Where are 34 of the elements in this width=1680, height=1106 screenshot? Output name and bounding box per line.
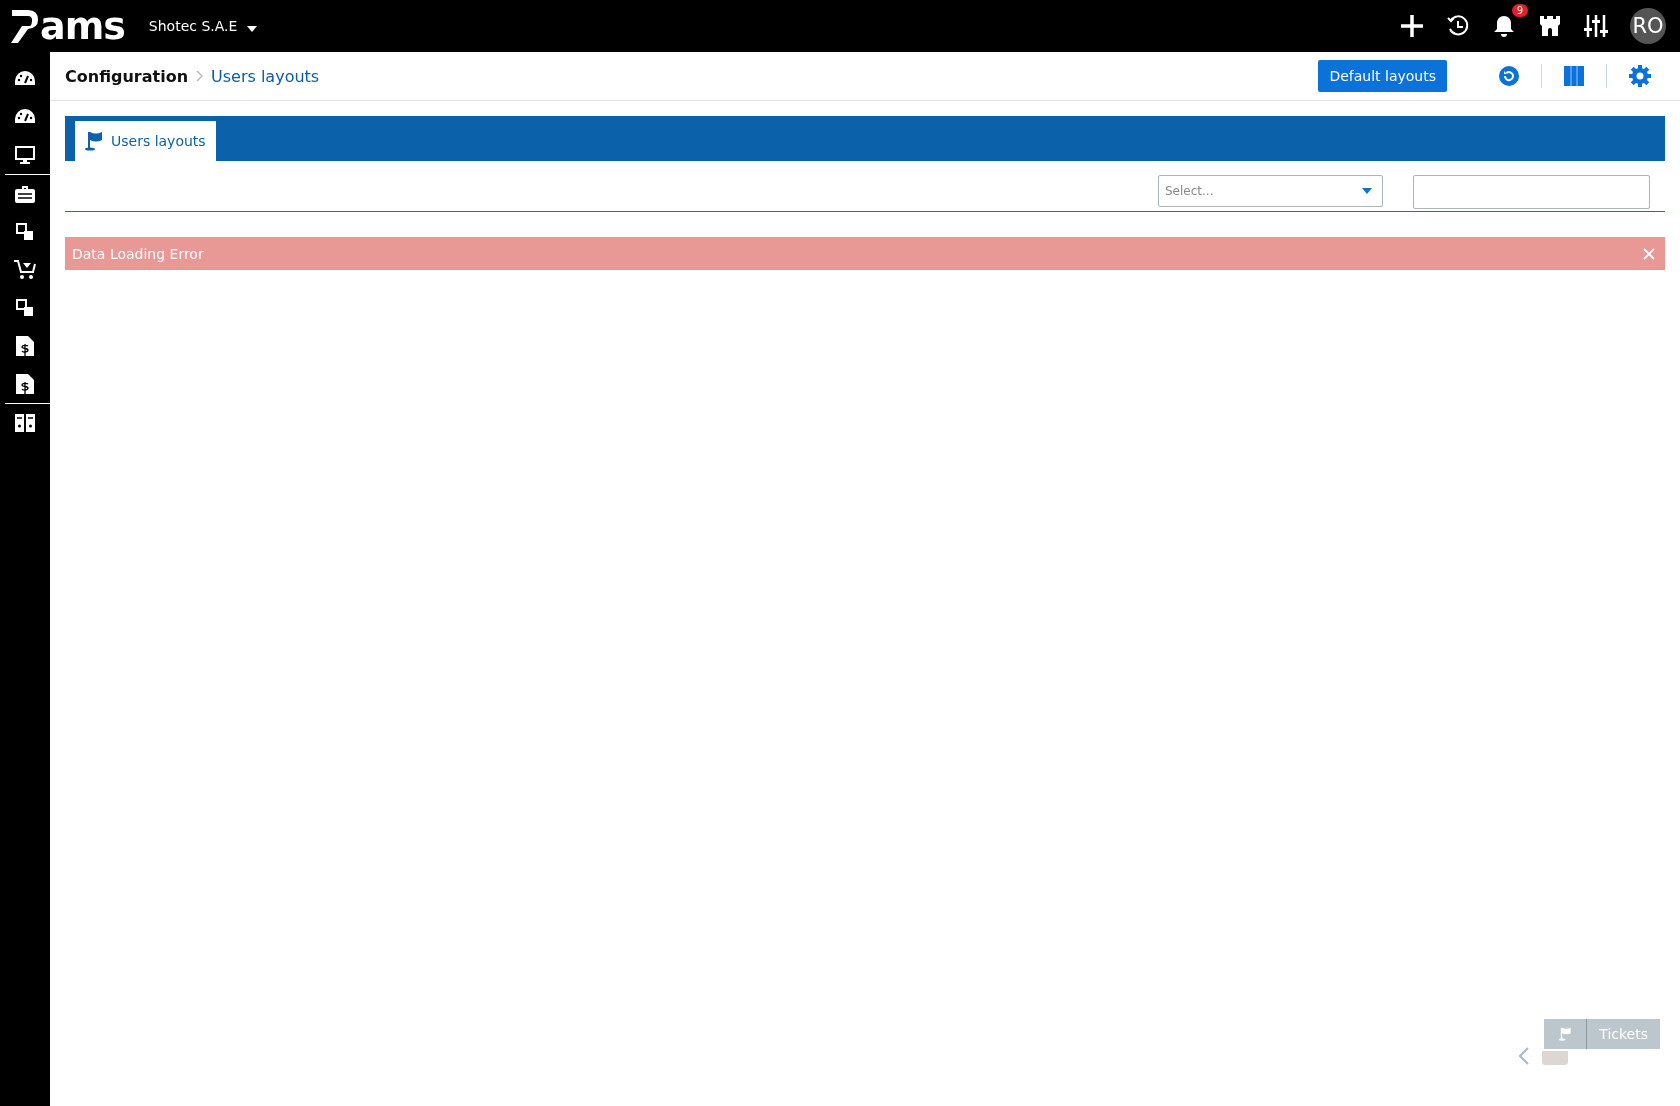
cart-icon[interactable] [14, 260, 36, 280]
gauge-icon[interactable] [15, 109, 35, 125]
user-avatar[interactable]: RO [1630, 8, 1666, 44]
cabinet-icon[interactable] [15, 414, 35, 432]
logo-text: ams [40, 8, 125, 44]
refresh-icon[interactable] [1499, 66, 1519, 86]
dollar-document-icon[interactable] [16, 336, 34, 356]
settings-icon[interactable] [1629, 65, 1651, 87]
notification-badge: 9 [1511, 4, 1528, 17]
tab[interactable]: Users layouts [75, 121, 216, 161]
select-field[interactable]: Select... [1158, 175, 1383, 207]
breadcrumb-item[interactable]: Configuration [65, 66, 189, 86]
squares-icon[interactable] [16, 299, 34, 317]
dollar-document-icon[interactable] [16, 374, 34, 394]
briefcase-icon[interactable] [15, 185, 35, 203]
caret-icon [1362, 188, 1372, 194]
squares-icon[interactable] [16, 223, 34, 241]
default-layouts-button[interactable]: Default layouts [1318, 60, 1447, 92]
breadcrumb-item: Users layouts [211, 66, 320, 86]
caret-icon [247, 26, 258, 32]
gauge-icon[interactable] [15, 71, 35, 87]
chevron-icon [196, 70, 204, 82]
flag-icon [1558, 1027, 1573, 1041]
alert-message: Data Loading Error [72, 245, 204, 262]
monitor-icon[interactable] [15, 146, 35, 164]
input-field[interactable] [1413, 175, 1650, 209]
company-dropdown[interactable]: Shotec S.A.E [148, 18, 258, 34]
flag-icon [85, 131, 103, 151]
bell-icon[interactable] [1492, 14, 1516, 38]
logo-icon [10, 8, 40, 44]
castle-icon[interactable] [1538, 14, 1562, 38]
sliders-icon[interactable] [1584, 14, 1608, 38]
history-icon[interactable] [1446, 14, 1470, 38]
plus-icon[interactable] [1400, 14, 1424, 38]
